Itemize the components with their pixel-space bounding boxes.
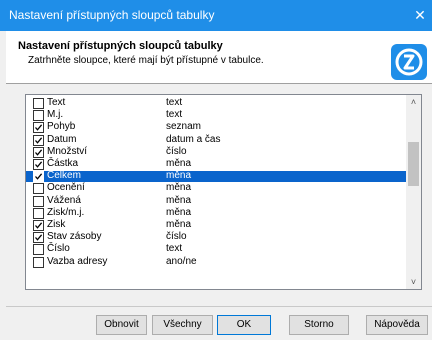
column-name: Vážená <box>47 194 81 206</box>
list-item[interactable]: Číslo text <box>26 243 406 256</box>
column-type: číslo <box>166 145 187 157</box>
column-name: Ocenění <box>47 182 85 194</box>
column-type: ano/ne <box>166 255 197 267</box>
column-checkbox[interactable] <box>33 232 44 244</box>
column-checkbox[interactable] <box>33 195 44 207</box>
column-checkbox[interactable] <box>33 134 44 146</box>
header-separator <box>6 83 432 84</box>
column-type: měna <box>166 170 192 182</box>
list-item[interactable]: Pohyb seznam <box>26 121 406 134</box>
scroll-thumb[interactable] <box>408 142 419 186</box>
refresh-button[interactable]: Obnovit <box>96 315 147 335</box>
column-checkbox[interactable] <box>33 256 44 268</box>
list-item[interactable]: Datum datum a čas <box>26 133 406 146</box>
column-name: Stav zásoby <box>47 231 102 243</box>
column-type: měna <box>166 219 192 230</box>
column-name: Text <box>47 97 66 108</box>
column-name: Částka <box>47 158 79 169</box>
columns-list[interactable]: Text text M.j. text Pohyb seznam Datum datum a … <box>25 94 422 290</box>
dialog-window: Nastavení přístupných sloupců tabulky ✕ … <box>0 0 432 340</box>
column-name: Číslo <box>47 243 70 255</box>
column-checkbox[interactable] <box>33 244 44 256</box>
column-checkbox[interactable] <box>33 146 44 158</box>
column-type: datum a čas <box>166 133 221 145</box>
column-name: Zisk/m.j. <box>47 206 85 218</box>
column-name: Vazba adresy <box>47 255 108 267</box>
column-checkbox[interactable] <box>33 159 44 170</box>
column-checkbox[interactable] <box>33 98 44 109</box>
column-name: Množství <box>47 145 88 157</box>
scroll-up-icon[interactable]: ˄ <box>406 95 421 109</box>
list-item[interactable]: M.j. text <box>26 109 406 122</box>
column-name: M.j. <box>47 109 64 121</box>
all-button[interactable]: Všechny <box>152 315 213 335</box>
column-type: měna <box>166 158 192 169</box>
column-checkbox[interactable] <box>33 122 44 134</box>
close-icon[interactable]: ✕ <box>408 0 432 31</box>
list-item[interactable]: Stav zásoby číslo <box>26 231 406 244</box>
vertical-scrollbar[interactable]: ˄ ˅ <box>406 95 421 289</box>
column-type: měna <box>166 194 192 206</box>
footer-separator <box>6 306 432 307</box>
list-item[interactable]: Celkem měna <box>26 170 406 183</box>
list-item[interactable]: Vazba adresy ano/ne <box>26 255 406 268</box>
title-bar[interactable]: Nastavení přístupných sloupců tabulky ✕ <box>0 0 432 31</box>
list-item[interactable]: Zisk/m.j. měna <box>26 206 406 219</box>
column-type: text <box>166 109 183 121</box>
column-type: měna <box>166 182 192 194</box>
column-type: text <box>166 243 183 255</box>
header-subtitle: Zatrhněte sloupce, které mají být přístu… <box>28 55 264 66</box>
column-name: Celkem <box>47 170 81 182</box>
list-item[interactable]: Vážená měna <box>26 194 406 207</box>
logo-circle-arrow-icon <box>391 44 427 80</box>
header-title: Nastavení přístupných sloupců tabulky <box>18 40 223 52</box>
column-type: text <box>166 97 183 108</box>
scroll-down-icon[interactable]: ˅ <box>406 275 421 289</box>
column-checkbox[interactable] <box>33 207 44 219</box>
help-button[interactable]: Nápověda <box>366 315 428 335</box>
cancel-button[interactable]: Storno <box>289 315 349 335</box>
column-name: Zisk <box>47 219 66 230</box>
list-item[interactable]: Množství číslo <box>26 145 406 158</box>
column-name: Pohyb <box>47 121 76 133</box>
ok-button[interactable]: OK <box>217 315 271 335</box>
column-type: seznam <box>166 121 202 133</box>
dialog-header: Nastavení přístupných sloupců tabulky Za… <box>6 31 432 83</box>
list-item[interactable]: Ocenění měna <box>26 182 406 195</box>
column-type: číslo <box>166 231 187 243</box>
window-title: Nastavení přístupných sloupců tabulky <box>9 8 215 22</box>
column-checkbox[interactable] <box>33 220 44 231</box>
column-type: měna <box>166 206 192 218</box>
column-name: Datum <box>47 133 77 145</box>
column-checkbox[interactable] <box>33 183 44 195</box>
list-item[interactable]: Zisk měna <box>26 219 406 231</box>
list-item[interactable]: Částka měna <box>26 158 406 170</box>
column-checkbox[interactable] <box>33 171 44 183</box>
column-checkbox[interactable] <box>33 110 44 122</box>
list-item[interactable]: Text text <box>26 97 406 109</box>
